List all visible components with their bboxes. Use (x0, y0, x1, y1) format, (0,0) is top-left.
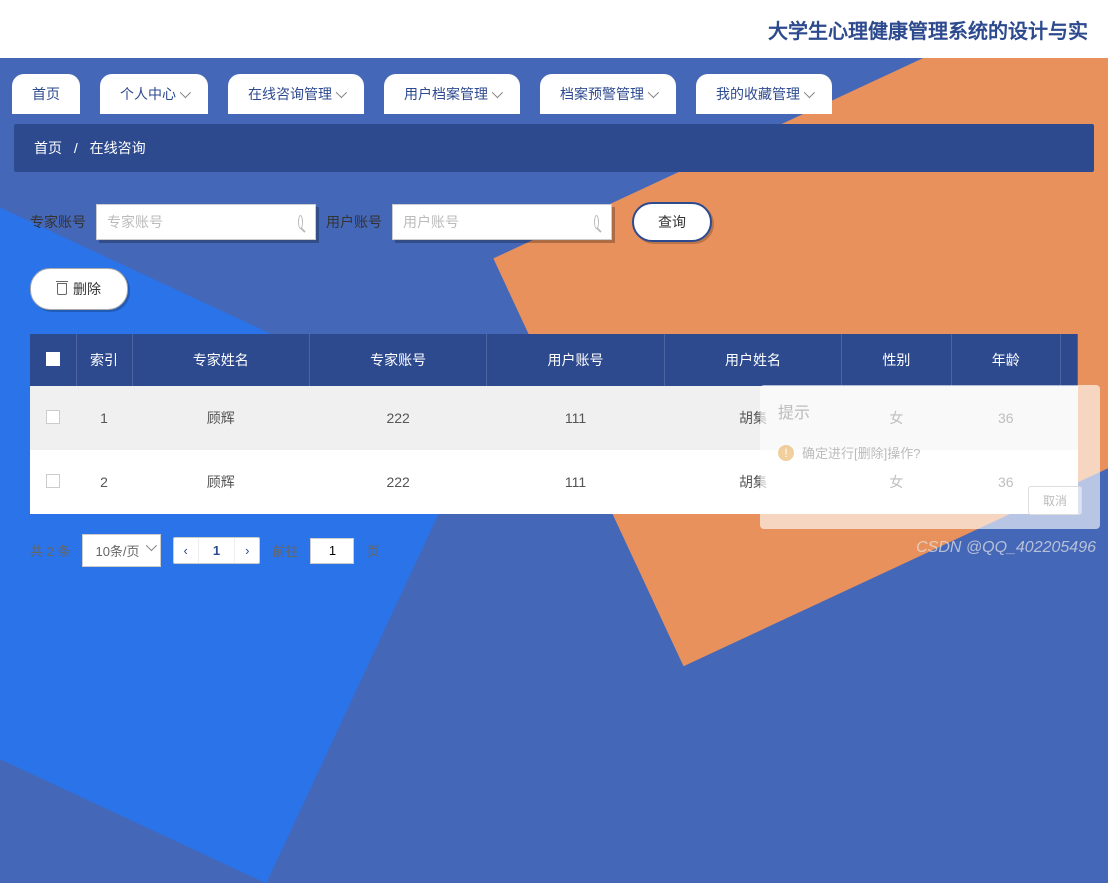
chevron-down-icon (336, 87, 347, 98)
nav-archive-warn[interactable]: 档案预警管理 (540, 74, 676, 114)
dialog-cancel-button[interactable]: 取消 (1028, 486, 1082, 515)
nav-home[interactable]: 首页 (12, 74, 80, 114)
cell-user-acc: 111 (487, 386, 664, 450)
chevron-down-icon (180, 87, 191, 98)
chevron-down-icon (145, 540, 156, 551)
filter-bar: 专家账号 用户账号 查询 (30, 202, 1078, 242)
chevron-down-icon (492, 87, 503, 98)
trash-icon (57, 283, 67, 295)
nav-profile[interactable]: 个人中心 (100, 74, 208, 114)
user-account-label: 用户账号 (326, 212, 382, 232)
select-all-checkbox[interactable] (46, 352, 60, 366)
query-button[interactable]: 查询 (632, 202, 712, 242)
breadcrumb-home[interactable]: 首页 (34, 140, 62, 156)
dialog-title: 提示 (778, 399, 1082, 423)
col-gender: 性别 (842, 334, 951, 386)
jump-unit: 页 (366, 541, 379, 560)
confirm-dialog: 提示 ! 确定进行[删除]操作? 取消 (760, 385, 1100, 529)
breadcrumb-current: 在线咨询 (90, 140, 146, 156)
nav-consult[interactable]: 在线咨询管理 (228, 74, 364, 114)
col-user-acc: 用户账号 (487, 334, 664, 386)
col-expert-name: 专家姓名 (132, 334, 309, 386)
warning-icon: ! (778, 445, 794, 461)
row-checkbox[interactable] (46, 410, 60, 424)
col-index: 索引 (76, 334, 132, 386)
nav-user-archive[interactable]: 用户档案管理 (384, 74, 520, 114)
jump-page-input[interactable] (310, 538, 354, 564)
cell-expert-name: 顾辉 (132, 386, 309, 450)
cell-expert-acc: 222 (309, 450, 486, 514)
delete-button[interactable]: 删除 (30, 268, 128, 310)
watermark: CSDN @QQ_402205496 (916, 539, 1096, 557)
total-count: 共 2 条 (30, 541, 70, 560)
cell-index: 1 (76, 386, 132, 450)
header: 大学生心理健康管理系统的设计与实 (0, 0, 1108, 58)
cell-user-acc: 111 (487, 450, 664, 514)
search-icon (298, 215, 303, 229)
current-page[interactable]: 1 (199, 538, 235, 563)
nav-bar: 首页 个人中心 在线咨询管理 用户档案管理 档案预警管理 我的收藏管理 (0, 58, 1108, 124)
col-age: 年龄 (951, 334, 1060, 386)
cell-expert-acc: 222 (309, 386, 486, 450)
chevron-down-icon (804, 87, 815, 98)
row-checkbox[interactable] (46, 474, 60, 488)
chevron-down-icon (648, 87, 659, 98)
prev-page-button[interactable]: ‹ (174, 538, 199, 563)
breadcrumb: 首页 / 在线咨询 (14, 124, 1094, 172)
jump-label: 前往 (272, 541, 298, 560)
nav-favorites[interactable]: 我的收藏管理 (696, 74, 832, 114)
search-icon (594, 215, 599, 229)
dialog-message: 确定进行[删除]操作? (802, 443, 920, 462)
expert-account-input-wrap (96, 204, 316, 240)
user-account-input[interactable] (393, 214, 594, 230)
cell-expert-name: 顾辉 (132, 450, 309, 514)
expert-account-input[interactable] (97, 214, 298, 230)
col-expert-acc: 专家账号 (309, 334, 486, 386)
page-title: 大学生心理健康管理系统的设计与实 (768, 15, 1088, 44)
col-user-name: 用户姓名 (664, 334, 841, 386)
cell-index: 2 (76, 450, 132, 514)
page-size-select[interactable]: 10条/页 (82, 534, 160, 567)
user-account-input-wrap (392, 204, 612, 240)
next-page-button[interactable]: › (235, 538, 259, 563)
expert-account-label: 专家账号 (30, 212, 86, 232)
